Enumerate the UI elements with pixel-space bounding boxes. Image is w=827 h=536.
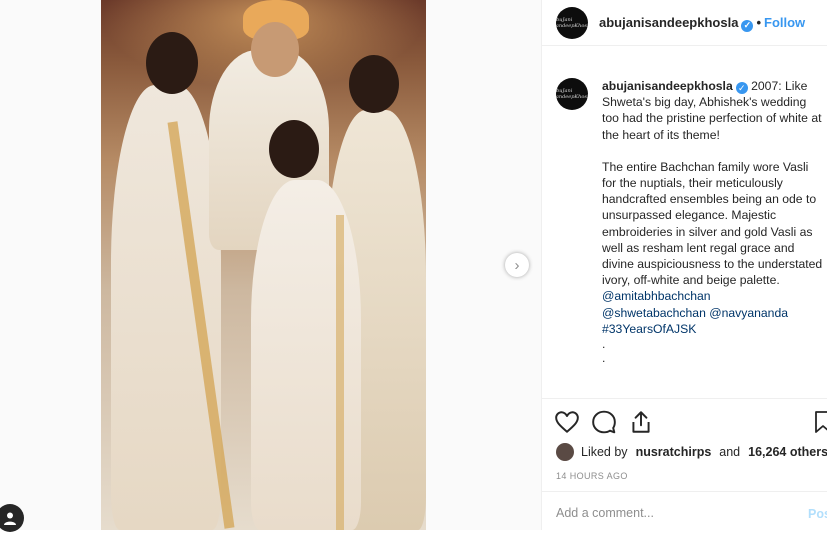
photo-head-front (269, 120, 319, 178)
caption-dot: . (602, 337, 606, 352)
heart-icon[interactable] (554, 409, 580, 435)
author-avatar[interactable]: AbuJani SandeepKhosla (556, 7, 588, 39)
separator-dot: • (756, 15, 761, 30)
liker-avatar[interactable] (556, 443, 574, 461)
caption-username[interactable]: abujanisandeepkhosla (602, 79, 733, 93)
photo-head-right (349, 55, 399, 113)
photo-saree-border-2 (336, 215, 344, 530)
liker-username[interactable]: nusratchirps (636, 445, 712, 459)
follow-button[interactable]: Follow (764, 15, 805, 30)
photo-head-left (146, 32, 198, 94)
likes-summary: Liked by nusratchirps and 16,264 others (556, 443, 827, 461)
mention-link[interactable]: @shwetabachchan (602, 306, 706, 320)
caption-dot: . (602, 351, 606, 366)
caption-author-avatar[interactable]: AbuJani SandeepKhosla (556, 78, 588, 110)
comment-icon[interactable] (591, 409, 617, 435)
verified-badge-icon: ✓ (735, 82, 748, 95)
post-side-panel: AbuJani SandeepKhosla abujanisandeepkhos… (541, 0, 827, 530)
comment-bar: Post (542, 491, 827, 536)
next-photo-button[interactable]: › (505, 253, 529, 277)
author-username[interactable]: abujanisandeepkhosla (599, 15, 738, 30)
avatar-logo-text: AbuJani SandeepKhosla (556, 17, 588, 29)
mention-row: @shwetabachchan @navyananda (602, 305, 824, 321)
comment-input[interactable] (556, 506, 776, 520)
likes-count[interactable]: 16,264 others (748, 445, 827, 459)
post-actions: Liked by nusratchirps and 16,264 others 14 … (542, 398, 827, 535)
photo-figure-front (251, 180, 361, 530)
post-caption: AbuJani SandeepKhosla abujanisandeepkhos… (542, 70, 827, 395)
bookmark-icon[interactable] (813, 409, 827, 435)
photo-figure-left (111, 85, 221, 530)
post-photo[interactable] (101, 0, 426, 530)
avatar-logo-text: AbuJani SandeepKhosla (556, 88, 588, 100)
author-line: abujanisandeepkhosla ✓ • Follow (599, 15, 805, 32)
post-timestamp[interactable]: 14 HOURS AGO (556, 471, 628, 481)
caption-paragraph-2: The entire Bachchan family wore Vasli fo… (602, 159, 823, 288)
chevron-right-icon: › (514, 256, 520, 274)
caption-text: abujanisandeepkhosla ✓ 2007: Like Shweta'… (602, 78, 824, 365)
post-header: AbuJani SandeepKhosla abujanisandeepkhos… (542, 0, 827, 46)
post-comment-button[interactable]: Post (808, 507, 827, 521)
share-icon[interactable] (628, 409, 654, 435)
photo-head-center (251, 22, 299, 77)
caption-paragraph-1: abujanisandeepkhosla ✓ 2007: Like Shweta'… (602, 78, 824, 143)
mention-link[interactable]: @amitabhbachchan (602, 288, 824, 304)
likes-conjunction: and (719, 445, 741, 459)
likes-prefix: Liked by (581, 445, 628, 459)
hashtag-link[interactable]: #33YearsOfAJSK (602, 321, 824, 337)
mention-link[interactable]: @navyananda (709, 306, 788, 320)
verified-badge-icon: ✓ (741, 19, 754, 32)
